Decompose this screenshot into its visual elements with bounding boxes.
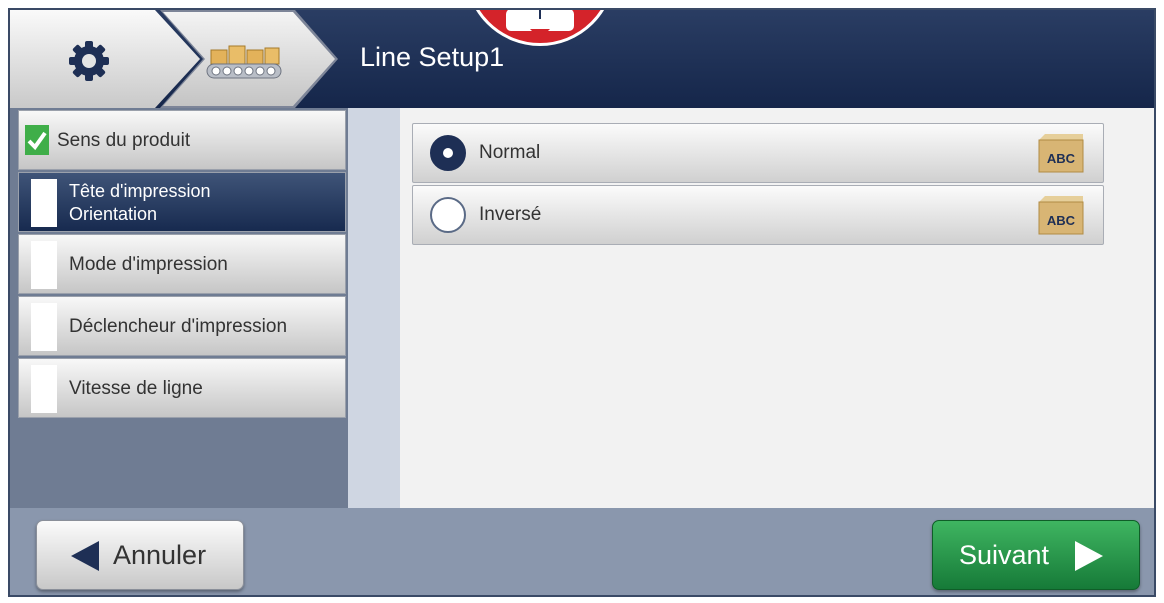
step-status-box [31,365,57,413]
cancel-button-label: Annuler [113,539,207,570]
box-abc-inverted-label: ABC [1047,213,1076,228]
gear-icon [69,41,109,81]
chevron-down-icon [530,29,550,39]
radio-selected[interactable] [430,135,466,171]
header-bar: Line Setup1 [10,10,1154,108]
next-button-label: Suivant [959,539,1050,570]
box-abc-inverted-icon: ABC [1038,196,1084,235]
box-abc-label: ABC [1047,151,1076,166]
step-product-direction[interactable]: Sens du produit [18,110,346,170]
step-printhead-orientation[interactable]: Tête d'impression Orientation [18,172,346,232]
step-status-box [31,303,57,351]
orientation-options-panel: Normal ABC Inversé ABC [400,108,1154,508]
alarm-marker [539,10,541,19]
step-label: Vitesse de ligne [69,377,203,399]
sidebar-gutter [348,108,400,508]
option-label: Inversé [479,204,542,225]
step-label: Sens du produit [57,129,191,151]
radio-unselected[interactable] [430,197,466,233]
step-label-line1: Tête d'impression [69,180,211,201]
conveyor-belt-icon [206,45,282,79]
option-normal[interactable]: Normal ABC [412,123,1104,183]
footer-bar: Annuler Suivant [10,508,1154,595]
cancel-button[interactable]: Annuler [36,520,244,590]
option-inverted[interactable]: Inversé ABC [412,185,1104,245]
step-status-box [31,179,57,227]
wizard-steps-sidebar: Sens du produit Tête d'impression Orient… [10,108,348,508]
box-abc-icon: ABC [1038,134,1084,173]
step-label: Déclencheur d'impression [69,315,288,337]
step-label: Tête d'impression Orientation [69,173,211,233]
step-line-speed[interactable]: Vitesse de ligne [18,358,346,418]
next-button[interactable]: Suivant [932,520,1140,590]
arrow-right-icon [1075,541,1103,571]
step-status-box [31,241,57,289]
arrow-left-icon [71,541,99,571]
step-label: Mode d'impression [69,253,228,275]
app-window: Line Setup1 Sens du produit Tête d'impre… [8,8,1156,597]
option-label: Normal [479,142,541,163]
page-title: Line Setup1 [360,42,505,72]
alarm-status-button[interactable] [465,10,615,46]
step-print-mode[interactable]: Mode d'impression [18,234,346,294]
step-print-trigger[interactable]: Déclencheur d'impression [18,296,346,356]
step-label-line2: Orientation [69,204,158,224]
check-icon [25,125,49,155]
